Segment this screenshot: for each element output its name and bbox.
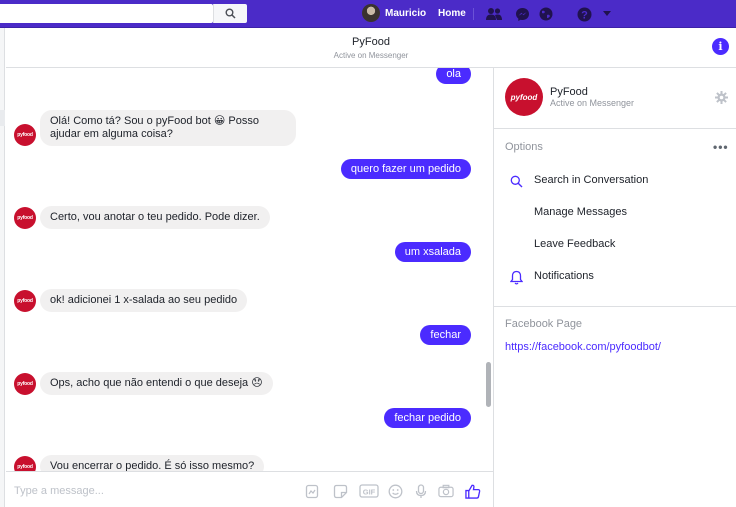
bell-icon — [508, 269, 524, 285]
section-divider — [494, 306, 736, 307]
profile-name[interactable]: PyFood — [550, 86, 588, 98]
option-label: Search in Conversation — [534, 174, 649, 186]
message-composer: Type a message... GIF — [6, 471, 493, 507]
sticker-icon[interactable] — [332, 483, 348, 499]
conversation-status: Active on Messenger — [333, 51, 409, 60]
facebook-page-title: Facebook Page — [505, 318, 583, 330]
outgoing-message[interactable]: ola — [436, 68, 471, 84]
profile-status: Active on Messenger — [550, 98, 635, 108]
gear-icon[interactable] — [714, 90, 728, 104]
user-name-link[interactable]: Mauricio — [385, 8, 426, 19]
like-icon[interactable] — [465, 483, 481, 499]
facebook-page-link[interactable]: https://facebook.com/pyfoodbot/ — [505, 341, 661, 353]
outgoing-message[interactable]: fechar — [420, 325, 471, 345]
incoming-message[interactable]: Certo, vou anotar o teu pedido. Pode diz… — [40, 206, 270, 229]
gif-icon[interactable]: GIF — [359, 483, 379, 499]
outgoing-message[interactable]: quero fazer um pedido — [340, 159, 471, 179]
search-button[interactable] — [213, 4, 247, 23]
incoming-message[interactable]: Ops, acho que não entendi o que deseja 😞 — [40, 372, 273, 395]
microphone-icon[interactable] — [413, 483, 429, 499]
leave-feedback-option[interactable]: Leave Feedback — [494, 233, 736, 257]
camera-icon[interactable] — [438, 483, 454, 499]
user-avatar[interactable] — [362, 4, 380, 22]
thread-scrollbar[interactable] — [486, 362, 491, 407]
bot-avatar[interactable]: pyfood — [14, 456, 36, 471]
home-link[interactable]: Home — [438, 8, 466, 19]
bot-profile-avatar[interactable]: pyfood — [505, 78, 543, 116]
globe-icon[interactable] — [538, 6, 554, 22]
file-icon[interactable] — [304, 483, 320, 499]
bot-avatar[interactable]: pyfood — [14, 290, 36, 312]
emoji-icon[interactable] — [387, 483, 403, 499]
outgoing-message[interactable]: fechar pedido — [384, 408, 471, 428]
help-icon[interactable]: ? — [576, 6, 592, 22]
dropdown-icon[interactable] — [599, 6, 615, 22]
option-label: Notifications — [534, 270, 594, 282]
search-icon — [508, 173, 524, 189]
incoming-message[interactable]: Vou encerrar o pedido. É só isso mesmo? — [40, 455, 265, 471]
incoming-message[interactable]: Olá! Como tá? Sou o pyFood bot 😀 Posso a… — [40, 110, 296, 146]
selected-conversation-marker — [0, 110, 5, 126]
notifications-option[interactable]: Notifications — [494, 265, 736, 289]
global-search-input[interactable] — [0, 4, 213, 23]
svg-text:?: ? — [581, 9, 588, 21]
messenger-icon[interactable] — [514, 6, 530, 22]
top-divider — [473, 8, 474, 20]
options-title: Options — [505, 141, 543, 153]
svg-text:GIF: GIF — [363, 488, 376, 497]
option-label: Manage Messages — [534, 206, 627, 218]
conversation-details-panel: pyfood PyFood Active on Messenger Option… — [494, 68, 736, 507]
top-navigation-bar: Mauricio Home ? — [0, 0, 736, 28]
option-label: Leave Feedback — [534, 238, 616, 250]
message-input[interactable]: Type a message... — [14, 485, 104, 497]
info-icon[interactable]: i — [712, 38, 729, 55]
bot-avatar[interactable]: pyfood — [14, 373, 36, 395]
outgoing-message[interactable]: um xsalada — [394, 242, 471, 262]
manage-messages-option[interactable]: Manage Messages — [494, 201, 736, 225]
bot-avatar[interactable]: pyfood — [14, 124, 36, 146]
more-options-icon[interactable]: ••• — [713, 140, 729, 154]
friends-icon[interactable] — [486, 6, 502, 22]
conversation-title[interactable]: PyFood — [6, 36, 736, 48]
bot-avatar[interactable]: pyfood — [14, 207, 36, 229]
conversation-list-edge — [0, 28, 5, 507]
section-divider — [494, 128, 736, 129]
incoming-message[interactable]: ok! adicionei 1 x-salada ao seu pedido — [40, 289, 248, 312]
search-icon — [225, 8, 236, 19]
message-thread[interactable]: ola pyfood Olá! Como tá? Sou o pyFood bo… — [6, 68, 493, 471]
search-in-conversation-option[interactable]: Search in Conversation — [494, 169, 736, 193]
conversation-header: PyFood Active on Messenger i — [6, 28, 736, 68]
